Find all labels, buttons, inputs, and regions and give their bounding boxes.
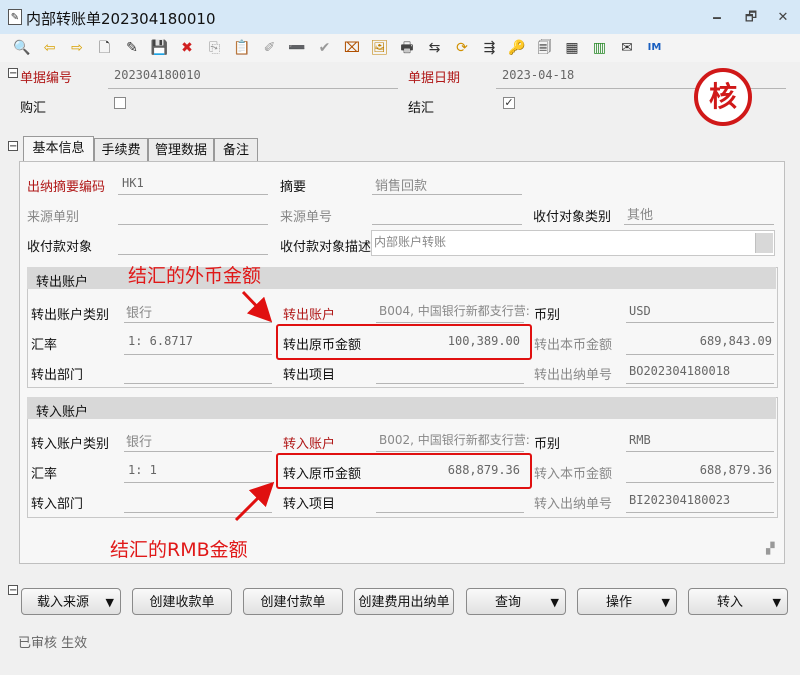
dropdown-arrow-icon: ▼ [550,596,559,609]
create-fee-button[interactable]: 创建费用出纳单 [354,588,454,615]
transfer-in-label: 转入 [716,595,743,610]
resize-grip-icon[interactable]: ▞ [766,542,774,555]
load-source-button[interactable]: 载入来源 ▼ [21,588,121,615]
transfer-in-button[interactable]: 转入 ▼ [688,588,788,615]
dropdown-arrow-icon: ▼ [105,596,114,609]
create-receipt-button[interactable]: 创建收款单 [132,588,232,615]
query-button[interactable]: 查询 ▼ [466,588,566,615]
status-text: 已审核 生效 [18,636,88,651]
query-label: 查询 [494,595,521,610]
load-source-label: 载入来源 [36,595,89,610]
operation-button[interactable]: 操作 ▼ [577,588,677,615]
annotation-arrows [234,290,275,522]
collapse-buttons-icon[interactable]: − [8,585,18,596]
dropdown-arrow-icon: ▼ [661,596,670,609]
operation-label: 操作 [605,595,632,610]
create-payment-button[interactable]: 创建付款单 [243,588,343,615]
dropdown-arrow-icon: ▼ [772,596,781,609]
